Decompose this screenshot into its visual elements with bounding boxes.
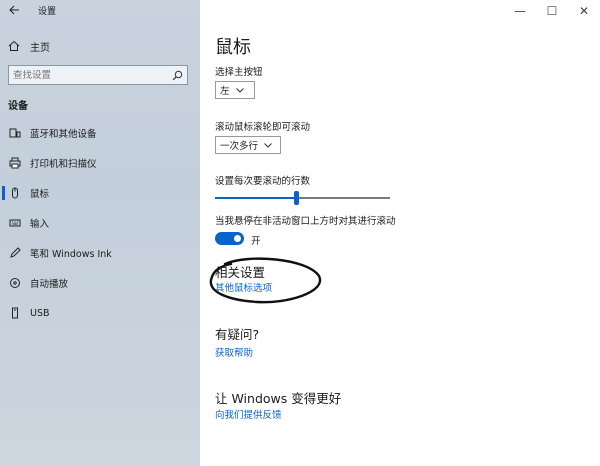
dropdown-value: 一次多行 (220, 141, 259, 152)
primary-button-dropdown[interactable]: 左 (215, 81, 255, 99)
related-settings-heading: 相关设置 (215, 265, 266, 280)
home-label: 主页 (30, 42, 50, 54)
scroll-lines-slider[interactable] (215, 191, 390, 205)
sidebar-item-label: 输入 (30, 219, 50, 230)
search-box[interactable] (8, 65, 188, 85)
feedback-link[interactable]: 向我们提供反馈 (215, 407, 282, 421)
chevron-down-icon (264, 142, 272, 148)
home-icon (8, 40, 20, 51)
keyboard-icon (8, 216, 22, 230)
improve-windows-heading: 让 Windows 变得更好 (215, 391, 342, 406)
minimize-button[interactable]: — (504, 0, 536, 22)
scroll-mode-dropdown[interactable]: 一次多行 (215, 136, 281, 154)
app-title: 设置 (38, 7, 57, 17)
slider-fill (215, 197, 296, 199)
search-input[interactable] (9, 69, 163, 81)
mouse-icon (8, 186, 22, 200)
sidebar-item-mouse[interactable]: 鼠标 (0, 183, 200, 203)
sidebar-item-label: 鼠标 (30, 189, 50, 200)
scroll-mode-label: 滚动鼠标滚轮即可滚动 (215, 122, 311, 133)
toggle-state-label: 开 (251, 236, 261, 247)
toggle-knob (234, 235, 241, 242)
title-bar: 设置 (0, 0, 200, 24)
main-panel: — ☐ ✕ 鼠标 选择主按钮 左 滚动鼠标滚轮即可滚动 一次多行 设置每次要滚动… (200, 0, 600, 466)
sidebar-item-typing[interactable]: 输入 (0, 213, 200, 233)
other-mouse-options-link[interactable]: 其他鼠标选项 (215, 280, 272, 294)
sidebar-item-autoplay[interactable]: 自动播放 (0, 273, 200, 293)
maximize-button[interactable]: ☐ (536, 0, 568, 22)
sidebar-item-label: USB (30, 307, 50, 319)
primary-button-label: 选择主按钮 (215, 67, 263, 78)
dropdown-value: 左 (220, 86, 230, 97)
sidebar: 设置 主页 设备 蓝牙和其他设备 打印机和扫描仪 鼠标 (0, 0, 200, 466)
page-title: 鼠标 (215, 37, 251, 58)
printer-icon (8, 156, 22, 170)
chevron-down-icon (235, 87, 244, 93)
window-controls: — ☐ ✕ (504, 0, 600, 22)
questions-heading: 有疑问? (215, 327, 260, 342)
sidebar-item-pen[interactable]: 笔和 Windows Ink (0, 243, 200, 263)
scroll-lines-label: 设置每次要滚动的行数 (215, 176, 311, 187)
inactive-scroll-label: 当我悬停在非活动窗口上方时对其进行滚动 (215, 216, 396, 227)
sidebar-item-label: 蓝牙和其他设备 (30, 129, 97, 140)
sidebar-item-usb[interactable]: USB (0, 303, 200, 323)
get-help-link[interactable]: 获取帮助 (215, 345, 253, 359)
close-button[interactable]: ✕ (568, 0, 600, 22)
slider-thumb[interactable] (293, 191, 299, 205)
sidebar-item-label: 打印机和扫描仪 (30, 159, 97, 170)
back-arrow-icon[interactable] (8, 4, 20, 16)
sidebar-item-label: 笔和 Windows Ink (30, 249, 112, 260)
sidebar-item-label: 自动播放 (30, 279, 69, 290)
sidebar-item-printers[interactable]: 打印机和扫描仪 (0, 153, 200, 173)
usb-icon (8, 306, 22, 320)
autoplay-icon (8, 276, 22, 290)
sidebar-item-home[interactable]: 主页 (8, 38, 50, 54)
pen-icon (8, 246, 22, 260)
inactive-scroll-toggle[interactable] (215, 232, 244, 245)
section-title: 设备 (8, 101, 28, 112)
search-icon[interactable] (172, 70, 183, 81)
sidebar-item-bluetooth[interactable]: 蓝牙和其他设备 (0, 123, 200, 143)
devices-icon (8, 126, 22, 140)
